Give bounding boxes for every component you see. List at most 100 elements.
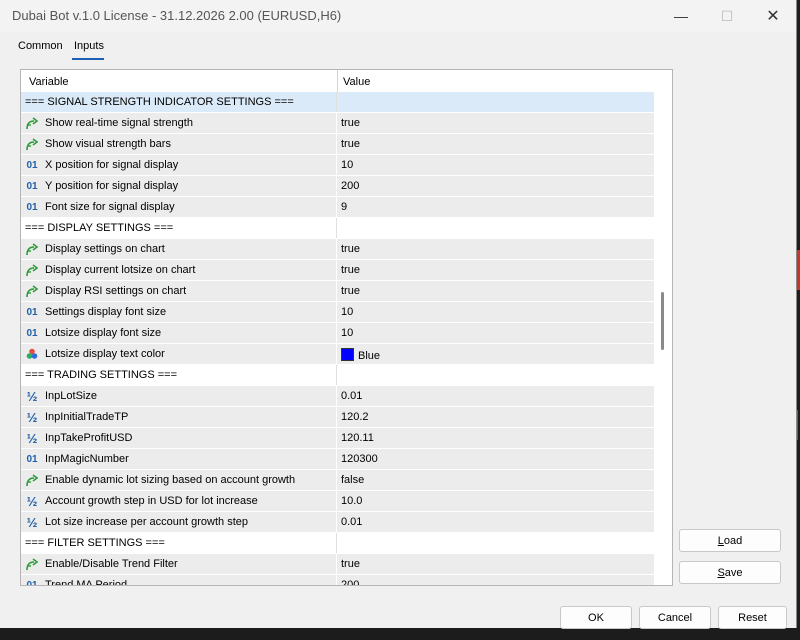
section-header-row[interactable]: === DISPLAY SETTINGS === — [21, 218, 654, 239]
variable-cell[interactable]: 01 InpMagicNumber — [21, 449, 337, 469]
table-row[interactable]: Display current lotsize on chart true — [21, 260, 654, 281]
table-row[interactable]: ½ Lot size increase per account growth st… — [21, 512, 654, 533]
variable-cell[interactable]: ½ InpInitialTradeTP — [21, 407, 337, 427]
variable-name: Lotsize display font size — [45, 327, 162, 339]
variable-cell[interactable]: Display settings on chart — [21, 239, 337, 259]
tab-common[interactable]: Common — [18, 40, 63, 52]
ok-button[interactable]: OK — [560, 606, 632, 629]
table-row[interactable]: Display RSI settings on chart true — [21, 281, 654, 302]
variable-cell[interactable]: Lotsize display text color — [21, 344, 337, 364]
table-row[interactable]: Show visual strength bars true — [21, 134, 654, 155]
value-cell[interactable]: 120.11 — [341, 432, 374, 444]
section-header-row[interactable]: === SIGNAL STRENGTH INDICATOR SETTINGS =… — [21, 92, 654, 113]
tab-inputs[interactable]: Inputs — [74, 40, 104, 52]
value-cell[interactable]: 120.2 — [341, 411, 369, 423]
value-cell[interactable]: false — [341, 474, 364, 486]
value-cell[interactable]: 200 — [341, 579, 360, 586]
variable-cell[interactable]: Display current lotsize on chart — [21, 260, 337, 280]
variable-cell[interactable]: ½ InpLotSize — [21, 386, 337, 406]
table-row[interactable]: 01 InpMagicNumber 120300 — [21, 449, 654, 470]
close-button[interactable]: ✕ — [750, 0, 796, 32]
variable-cell[interactable]: ½ Account growth step in USD for lot incr… — [21, 491, 337, 511]
column-header-value[interactable]: Value — [343, 76, 370, 88]
variable-name: Display current lotsize on chart — [45, 264, 196, 276]
value-cell[interactable]: Blue — [341, 348, 380, 362]
minimize-button[interactable]: — — [658, 0, 704, 32]
variable-cell[interactable]: Show real-time signal strength — [21, 113, 337, 133]
variable-cell[interactable]: ½ InpTakeProfitUSD — [21, 428, 337, 448]
value-cell[interactable]: true — [341, 138, 360, 150]
section-header-row[interactable]: === FILTER SETTINGS === — [21, 533, 654, 554]
variable-cell[interactable]: 01 Font size for signal display — [21, 197, 337, 217]
value-cell[interactable]: 0.01 — [341, 390, 362, 402]
value-cell[interactable]: 120300 — [341, 453, 378, 465]
table-row[interactable]: ½ Account growth step in USD for lot incr… — [21, 491, 654, 512]
table-row[interactable]: Enable/Disable Trend Filter true — [21, 554, 654, 575]
cancel-button[interactable]: Cancel — [639, 606, 711, 629]
value-cell[interactable]: true — [341, 558, 360, 570]
vertical-scrollbar[interactable] — [654, 92, 672, 585]
value-cell[interactable]: 0.01 — [341, 516, 362, 528]
table-row[interactable]: Lotsize display text color Blue — [21, 344, 654, 365]
variable-cell[interactable]: Enable/Disable Trend Filter — [21, 554, 337, 574]
value-cell[interactable]: 9 — [341, 201, 347, 213]
value-cell[interactable]: 200 — [341, 180, 359, 192]
maximize-button[interactable]: ☐ — [704, 0, 750, 32]
table-row[interactable]: 01 Y position for signal display 200 — [21, 176, 654, 197]
column-divider[interactable] — [337, 70, 338, 92]
variable-cell[interactable]: 01 X position for signal display — [21, 155, 337, 175]
table-row[interactable]: Enable dynamic lot sizing based on accou… — [21, 470, 654, 491]
value-cell[interactable]: true — [341, 285, 360, 297]
variable-cell[interactable]: Enable dynamic lot sizing based on accou… — [21, 470, 337, 490]
bool-arrow-icon — [25, 137, 39, 151]
value-text: 10.0 — [341, 495, 363, 507]
scrollbar-thumb[interactable] — [661, 292, 664, 350]
table-row[interactable]: 01 Settings display font size 10 — [21, 302, 654, 323]
variable-cell[interactable]: 01 Lotsize display font size — [21, 323, 337, 343]
value-cell[interactable]: 10 — [341, 327, 353, 339]
variable-name: Show real-time signal strength — [45, 117, 193, 129]
variable-name: === TRADING SETTINGS === — [25, 369, 178, 381]
variable-name: === DISPLAY SETTINGS === — [25, 222, 174, 234]
variable-cell[interactable]: === DISPLAY SETTINGS === — [21, 218, 337, 238]
table-row[interactable]: 01 Lotsize display font size 10 — [21, 323, 654, 344]
save-button[interactable]: Save — [679, 561, 781, 584]
fraction-icon: ½ — [26, 388, 38, 404]
variable-cell[interactable]: === SIGNAL STRENGTH INDICATOR SETTINGS =… — [21, 92, 337, 112]
value-cell[interactable]: true — [341, 243, 360, 255]
int-icon: 01 — [26, 159, 38, 171]
value-cell[interactable]: true — [341, 264, 360, 276]
variable-cell[interactable]: 01 Settings display font size — [21, 302, 337, 322]
value-cell[interactable]: true — [341, 117, 360, 129]
table-row[interactable]: ½ InpLotSize 0.01 — [21, 386, 654, 407]
value-text: 200 — [341, 579, 360, 586]
value-text: true — [341, 138, 360, 150]
variable-cell[interactable]: 01 Y position for signal display — [21, 176, 337, 196]
bool-arrow-icon — [25, 284, 39, 298]
table-row[interactable]: 01 Trend MA Period 200 — [21, 575, 654, 586]
table-row[interactable]: 01 Font size for signal display 9 — [21, 197, 654, 218]
table-row[interactable]: Show real-time signal strength true — [21, 113, 654, 134]
variable-cell[interactable]: === FILTER SETTINGS === — [21, 533, 337, 553]
table-row[interactable]: ½ InpInitialTradeTP 120.2 — [21, 407, 654, 428]
load-button[interactable]: Load — [679, 529, 781, 552]
value-cell[interactable]: 10 — [341, 306, 353, 318]
variable-cell[interactable]: ½ Lot size increase per account growth st… — [21, 512, 337, 532]
column-header-variable[interactable]: Variable — [29, 76, 69, 88]
value-cell[interactable]: 10.0 — [341, 495, 362, 507]
variable-name: Display RSI settings on chart — [45, 285, 187, 297]
minimize-icon: — — [674, 8, 688, 24]
variable-cell[interactable]: === TRADING SETTINGS === — [21, 365, 337, 385]
variable-cell[interactable]: 01 Trend MA Period — [21, 575, 337, 586]
section-header-row[interactable]: === TRADING SETTINGS === — [21, 365, 654, 386]
value-text: 120.2 — [341, 411, 369, 423]
reset-button[interactable]: Reset — [718, 606, 787, 629]
value-cell[interactable]: 10 — [341, 159, 353, 171]
int-icon: 01 — [26, 579, 38, 586]
table-row[interactable]: 01 X position for signal display 10 — [21, 155, 654, 176]
value-text: 10 — [341, 159, 354, 171]
table-row[interactable]: ½ InpTakeProfitUSD 120.11 — [21, 428, 654, 449]
variable-cell[interactable]: Show visual strength bars — [21, 134, 337, 154]
variable-cell[interactable]: Display RSI settings on chart — [21, 281, 337, 301]
table-row[interactable]: Display settings on chart true — [21, 239, 654, 260]
